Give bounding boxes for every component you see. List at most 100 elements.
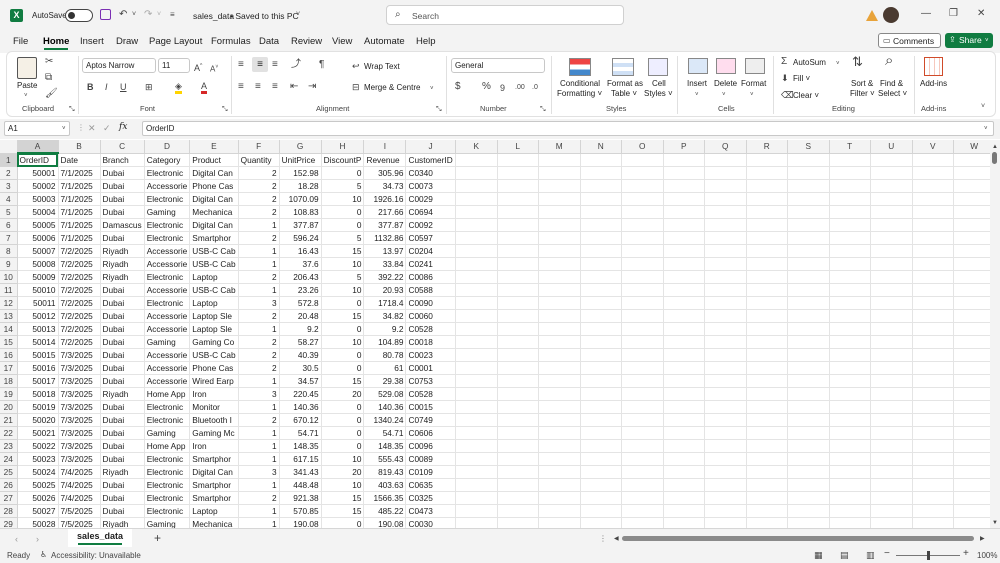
cell[interactable]: [621, 218, 664, 232]
chevron-down-icon[interactable]: ˅: [430, 84, 434, 94]
cell[interactable]: [953, 439, 996, 453]
cell[interactable]: [497, 283, 539, 297]
cell[interactable]: [580, 205, 622, 219]
cell[interactable]: [829, 439, 871, 453]
cell[interactable]: 10: [321, 452, 365, 466]
cell[interactable]: Riyadh: [100, 517, 145, 528]
border-icon[interactable]: ⊞: [145, 82, 153, 92]
minimize-icon[interactable]: —: [921, 9, 931, 19]
cell[interactable]: [870, 166, 913, 180]
cell[interactable]: 7/4/2025: [58, 465, 101, 479]
cell[interactable]: [580, 504, 622, 518]
cell[interactable]: [704, 231, 747, 245]
cell[interactable]: [704, 439, 747, 453]
cell[interactable]: [497, 218, 539, 232]
delete-button[interactable]: Delete: [714, 79, 737, 88]
cell[interactable]: Accessorie: [144, 283, 191, 297]
cell[interactable]: C0753: [405, 374, 456, 388]
cell[interactable]: [953, 335, 996, 349]
cell[interactable]: [746, 270, 788, 284]
cell[interactable]: 54.71: [363, 426, 407, 440]
row-header[interactable]: 20: [0, 400, 18, 414]
cell[interactable]: 50017: [17, 374, 59, 388]
cell[interactable]: [870, 322, 913, 336]
cell[interactable]: [455, 348, 498, 362]
cell[interactable]: [870, 270, 913, 284]
align-right-icon[interactable]: ≡: [272, 82, 278, 92]
cell[interactable]: 50014: [17, 335, 59, 349]
cell[interactable]: [497, 400, 539, 414]
cell[interactable]: 0: [321, 413, 365, 427]
cell[interactable]: [787, 465, 830, 479]
zoom-level[interactable]: 100%: [977, 551, 997, 560]
cell[interactable]: 2: [238, 361, 280, 375]
cell[interactable]: [704, 387, 747, 401]
cell[interactable]: Accessorie: [144, 322, 191, 336]
menu-home[interactable]: Home: [43, 36, 69, 47]
cell[interactable]: [787, 192, 830, 206]
cell[interactable]: [953, 452, 996, 466]
cell[interactable]: 7/2/2025: [58, 309, 101, 323]
cell[interactable]: [580, 439, 622, 453]
cell[interactable]: 7/3/2025: [58, 439, 101, 453]
cell[interactable]: Riyadh: [100, 244, 145, 258]
cell[interactable]: [580, 309, 622, 323]
cell[interactable]: 5: [321, 179, 365, 193]
cell[interactable]: [663, 205, 705, 219]
cell[interactable]: 50019: [17, 400, 59, 414]
cell[interactable]: [663, 387, 705, 401]
column-header[interactable]: G: [279, 140, 322, 154]
cell[interactable]: 819.43: [363, 465, 407, 479]
cell[interactable]: [497, 504, 539, 518]
cell[interactable]: [953, 218, 996, 232]
cell[interactable]: [912, 296, 954, 310]
row-header[interactable]: 9: [0, 257, 18, 271]
percent-icon[interactable]: %: [482, 82, 491, 92]
row-header[interactable]: 23: [0, 439, 18, 453]
cell[interactable]: [538, 192, 581, 206]
cell[interactable]: Gaming Mc: [189, 426, 239, 440]
cell[interactable]: [663, 153, 705, 167]
cell[interactable]: 485.22: [363, 504, 407, 518]
cell[interactable]: [704, 465, 747, 479]
cell[interactable]: 9.2: [363, 322, 407, 336]
cell[interactable]: 220.45: [279, 387, 322, 401]
cell[interactable]: [663, 335, 705, 349]
cell[interactable]: [870, 413, 913, 427]
cell[interactable]: [953, 400, 996, 414]
cell[interactable]: 1926.16: [363, 192, 407, 206]
cell[interactable]: 10: [321, 335, 365, 349]
cell[interactable]: [663, 374, 705, 388]
cell[interactable]: 1: [238, 400, 280, 414]
cell[interactable]: [746, 179, 788, 193]
chevron-down-icon[interactable]: ˅: [836, 59, 840, 69]
cell[interactable]: [580, 517, 622, 528]
cell[interactable]: [829, 335, 871, 349]
cell[interactable]: 2: [238, 231, 280, 245]
cell[interactable]: [663, 218, 705, 232]
cell[interactable]: [580, 465, 622, 479]
cell[interactable]: Gaming: [144, 426, 191, 440]
cell[interactable]: 1718.4: [363, 296, 407, 310]
cell[interactable]: [580, 335, 622, 349]
cell[interactable]: [663, 283, 705, 297]
cell-table[interactable]: A B C D E F G H I J K L M N O P Q R S T U V W 1 OrderID Date Branc…: [0, 140, 996, 528]
cell[interactable]: [455, 179, 498, 193]
cell[interactable]: OrderID: [17, 153, 59, 167]
cell[interactable]: [787, 283, 830, 297]
cell[interactable]: C0635: [405, 478, 456, 492]
cell[interactable]: C0030: [405, 517, 456, 528]
menu-automate[interactable]: Automate: [364, 36, 405, 47]
cell[interactable]: Gaming Co: [189, 335, 239, 349]
cell[interactable]: 377.87: [363, 218, 407, 232]
cell[interactable]: [704, 166, 747, 180]
cell[interactable]: [912, 439, 954, 453]
cell[interactable]: 7/1/2025: [58, 218, 101, 232]
row-header[interactable]: 28: [0, 504, 18, 518]
cell[interactable]: 7/4/2025: [58, 491, 101, 505]
row-header[interactable]: 10: [0, 270, 18, 284]
cell[interactable]: [663, 348, 705, 362]
cell[interactable]: [455, 257, 498, 271]
cell[interactable]: [663, 426, 705, 440]
cell[interactable]: [497, 335, 539, 349]
